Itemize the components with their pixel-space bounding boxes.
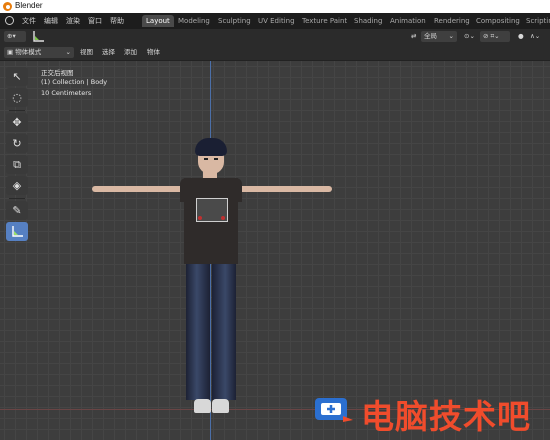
chevron-down-icon: ⌄ bbox=[65, 48, 71, 56]
rotate-tool[interactable]: ↻ bbox=[6, 134, 28, 153]
editor-type-icon: ⊕▾ bbox=[7, 32, 16, 40]
menu-window[interactable]: 窗口 bbox=[88, 16, 102, 26]
tab-uv-editing[interactable]: UV Editing bbox=[254, 15, 299, 27]
select-menu[interactable]: 选择 bbox=[100, 47, 117, 58]
tool-header: ⊕▾ ⇄ 全局 ⌄ ⊙⌄ ⊘ ⌗⌄ ● ∧⌄ bbox=[0, 29, 550, 45]
left-arm bbox=[92, 186, 192, 192]
left-leg bbox=[186, 264, 210, 400]
grid-scale-label: 10 Centimeters bbox=[41, 89, 92, 97]
menu-render[interactable]: 渲染 bbox=[66, 16, 80, 26]
move-icon: ✥ bbox=[12, 116, 22, 129]
eye-left bbox=[204, 158, 208, 160]
mode-dropdown[interactable]: ▣ 物体模式 ⌄ bbox=[4, 47, 74, 58]
object-menu[interactable]: 物体 bbox=[145, 47, 162, 58]
tab-compositing[interactable]: Compositing bbox=[472, 15, 524, 27]
watermark-text: 电脑技术吧 bbox=[361, 397, 531, 436]
select-box-tool[interactable]: ↖ bbox=[6, 67, 28, 86]
tab-modeling[interactable]: Modeling bbox=[174, 15, 214, 27]
tab-shading[interactable]: Shading bbox=[350, 15, 386, 27]
object-mode-icon: ▣ bbox=[7, 48, 14, 56]
menu-help[interactable]: 帮助 bbox=[110, 16, 124, 26]
transform-icon: ◈ bbox=[12, 179, 22, 192]
toolbar-divider bbox=[9, 110, 25, 111]
shirt-graphic-dot bbox=[221, 216, 225, 220]
rotate-icon: ↻ bbox=[12, 137, 22, 150]
editor-type-button[interactable]: ⊕▾ bbox=[4, 31, 26, 42]
scale-icon: ⧉ bbox=[13, 158, 21, 171]
blender-app-icon bbox=[3, 2, 12, 11]
viewport-header: ▣ 物体模式 ⌄ 视图 选择 添加 物体 bbox=[0, 45, 550, 61]
proportional-edit-icon[interactable]: ● bbox=[516, 31, 526, 42]
cursor-tool[interactable]: ◌ bbox=[6, 88, 28, 107]
right-leg bbox=[212, 264, 236, 400]
collection-info-label: (1) Collection | Body bbox=[41, 78, 108, 86]
tab-layout[interactable]: Layout bbox=[142, 15, 174, 27]
view-name-label: 正交后视图 bbox=[41, 69, 74, 77]
scale-tool[interactable]: ⧉ bbox=[6, 155, 28, 174]
window-title-bar: Blender bbox=[0, 0, 550, 13]
tab-rendering[interactable]: Rendering bbox=[430, 15, 474, 27]
right-arm bbox=[232, 186, 332, 192]
window-title: Blender bbox=[15, 1, 43, 10]
toolbar-divider bbox=[9, 198, 25, 199]
watermark-logo-icon bbox=[315, 398, 353, 422]
measure-tool[interactable] bbox=[6, 222, 28, 241]
menu-file[interactable]: 文件 bbox=[22, 16, 36, 26]
pivot-point-icon[interactable]: ⊙⌄ bbox=[462, 31, 477, 42]
pencil-icon: ✎ bbox=[12, 204, 22, 217]
left-shoe bbox=[194, 399, 211, 413]
crosshair-icon: ◌ bbox=[12, 91, 22, 104]
right-shoe bbox=[212, 399, 229, 413]
snap-icon: ⊘ ⌗⌄ bbox=[483, 32, 500, 40]
transform-orientation-dropdown[interactable]: 全局 ⌄ bbox=[421, 31, 457, 42]
snap-toggle[interactable]: ⊘ ⌗⌄ bbox=[480, 31, 510, 42]
top-bar: 文件 编辑 渲染 窗口 帮助 Layout Modeling Sculpting… bbox=[0, 13, 550, 29]
transform-orientation-icon[interactable]: ⇄ bbox=[409, 31, 418, 42]
cursor-arrow-icon: ↖ bbox=[12, 70, 22, 83]
proportional-falloff-icon[interactable]: ∧⌄ bbox=[528, 31, 542, 42]
menu-edit[interactable]: 编辑 bbox=[44, 16, 58, 26]
shirt-graphic-dot bbox=[198, 216, 202, 220]
hair bbox=[195, 138, 227, 156]
add-menu[interactable]: 添加 bbox=[122, 47, 139, 58]
tab-scripting[interactable]: Scriptin bbox=[522, 15, 550, 27]
transform-tool[interactable]: ◈ bbox=[6, 176, 28, 195]
view-menu[interactable]: 视图 bbox=[78, 47, 95, 58]
measure-icon bbox=[11, 226, 24, 241]
annotate-tool[interactable]: ✎ bbox=[6, 201, 28, 220]
tab-animation[interactable]: Animation bbox=[386, 15, 430, 27]
chevron-down-icon: ⌄ bbox=[448, 32, 454, 40]
3d-viewport[interactable] bbox=[0, 61, 550, 440]
blender-logo-icon[interactable] bbox=[5, 16, 14, 25]
tab-texture-paint[interactable]: Texture Paint bbox=[298, 15, 351, 27]
eye-right bbox=[214, 158, 218, 160]
active-tool-measure-icon[interactable] bbox=[32, 30, 45, 43]
tab-sculpting[interactable]: Sculpting bbox=[214, 15, 255, 27]
move-tool[interactable]: ✥ bbox=[6, 113, 28, 132]
